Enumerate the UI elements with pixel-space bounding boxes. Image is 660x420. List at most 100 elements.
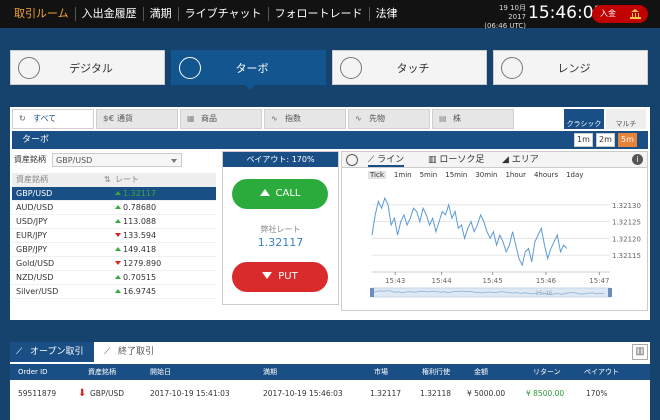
range-1day[interactable]: 1day (566, 171, 583, 179)
range-5min[interactable]: 5min (420, 171, 438, 179)
range-1hour[interactable]: 1hour (505, 171, 526, 179)
chart-tab-area[interactable]: ◢ エリア (502, 153, 539, 167)
orders-panel: ⟋ オープン取引 ⟋ 終了取引 ▥ Order ID 資産銘柄 開始日 満期 市… (10, 342, 650, 420)
y-tick-label: 1.32120 (612, 235, 641, 243)
subbar-title: ターボ (22, 135, 50, 145)
col-return: リターン (533, 368, 561, 376)
mode-tab-digital[interactable]: デジタル (10, 50, 165, 85)
asset-header-name: 資産銘柄 (16, 175, 48, 184)
table-row[interactable]: 59511879 ⬇ GBP/USD 2017-10-19 15:41:03 2… (10, 386, 650, 402)
arrow-up-icon (115, 205, 121, 209)
mode-tab-label: デジタル (69, 61, 113, 75)
category-tab-all[interactable]: ↻ すべて (12, 109, 94, 129)
pause-icon[interactable] (346, 154, 358, 166)
asset-row[interactable]: EUR/JPY 133.594 (12, 229, 216, 243)
order-start: 2017-10-19 15:41:03 (150, 389, 230, 398)
view-multi-button[interactable]: マルチ (606, 109, 646, 129)
bank-icon (630, 9, 641, 19)
goods-icon: ▦ (187, 114, 195, 123)
asset-row[interactable]: GBP/USD 1.32117 (12, 187, 216, 201)
trend-icon: ⟋ (104, 347, 111, 357)
asset-row[interactable]: AUD/USD 0.78680 (12, 201, 216, 215)
range-30min[interactable]: 30min (475, 171, 497, 179)
chart-tab-candle[interactable]: ▥ ローソク足 (428, 153, 484, 167)
x-tick-label: 15:43 (385, 277, 405, 285)
y-tick-label: 1.32115 (612, 252, 641, 260)
range-1min[interactable]: 1min (394, 171, 412, 179)
y-tick-label: 1.32125 (612, 219, 641, 227)
asset-row[interactable]: Silver/USD 16.9745 (12, 285, 216, 299)
x-tick-label: 15:46 (536, 277, 557, 285)
bar-chart-icon[interactable]: ▥ (632, 344, 648, 360)
range-15min[interactable]: 15min (445, 171, 467, 179)
mode-tab-label: レンジ (557, 61, 591, 75)
col-market: 市場 (374, 368, 388, 376)
asset-rate-value: 133.594 (123, 231, 157, 240)
payout-bar: ペイアウト: 170% (223, 152, 338, 167)
navigator-tick-label: 15:46 (535, 290, 552, 297)
view-classic-button[interactable]: クラシック (564, 109, 604, 129)
candle-icon: ▥ (428, 155, 440, 165)
arrow-down-icon (262, 272, 273, 279)
info-icon[interactable]: i (632, 154, 643, 165)
put-button[interactable]: PUT (232, 262, 328, 292)
asset-rate: 0.78680 (115, 201, 156, 215)
option-type-tabs: デジタル ターボ タッチ レンジ (10, 50, 650, 90)
trend-up-icon: ⟋ (16, 347, 23, 357)
asset-rate: 0.70515 (115, 271, 156, 285)
arrow-down-icon: ⬇ (78, 388, 87, 399)
category-tab-commodity[interactable]: ▦ 商品 (180, 109, 262, 129)
nav-trading-room[interactable]: 取引ルーム (8, 7, 76, 21)
turbo-subbar: ターボ (12, 131, 648, 149)
order-market: 1.32117 (370, 389, 402, 398)
arrow-down-icon (115, 261, 121, 265)
asset-list: 資産銘柄 GBP/USD 資産銘柄 ⇅ レート GBP/USD 1.32117 AU… (12, 151, 216, 318)
arrow-up-icon (115, 289, 121, 293)
category-tab-index[interactable]: ∿ 指数 (264, 109, 346, 129)
range-4hours[interactable]: 4hours (534, 171, 558, 179)
deposit-button[interactable]: 入金 (592, 5, 648, 23)
tab-open-trades[interactable]: ⟋ オープン取引 (10, 342, 94, 362)
navigator-handle-right (608, 288, 612, 297)
asset-rate-value: 113.088 (123, 217, 157, 226)
asset-rate: 149.418 (115, 243, 156, 257)
timeframe-1m[interactable]: 1m (574, 133, 593, 147)
nav-follow-trade[interactable]: フォロートレード (269, 7, 370, 21)
asset-select-dropdown[interactable]: GBP/USD (52, 153, 182, 167)
trading-panel: ↻ すべて $€ 通貨 ▦ 商品 ∿ 指数 ∿ 先物 ▤ 株 クラシック マルチ ターボ 1… (10, 107, 650, 320)
chart-tab-line[interactable]: ⟋ ライン (368, 153, 405, 167)
timeframe-2m[interactable]: 2m (596, 133, 615, 147)
futures-chart-icon: ∿ (355, 114, 362, 123)
mode-tab-range[interactable]: レンジ (493, 50, 648, 85)
range-tick[interactable]: Tick (368, 171, 386, 179)
tab-closed-trades[interactable]: ⟋ 終了取引 (98, 342, 188, 362)
asset-row[interactable]: USD/JPY 113.088 (12, 215, 216, 229)
order-amount: ¥ 5000.00 (467, 389, 506, 398)
mode-tab-turbo[interactable]: ターボ (171, 50, 326, 90)
asset-row[interactable]: Gold/USD 1279.890 (12, 257, 216, 271)
navigator-handle-left (370, 288, 374, 297)
asset-row[interactable]: NZD/USD 0.70515 (12, 271, 216, 285)
mode-tab-touch[interactable]: タッチ (332, 50, 487, 85)
category-tab-futures[interactable]: ∿ 先物 (348, 109, 430, 129)
nav-legal[interactable]: 法律 (370, 7, 404, 21)
sort-icon[interactable]: ⇅ (104, 173, 111, 187)
asset-row[interactable]: GBP/JPY 149.418 (12, 243, 216, 257)
timeframe-5m[interactable]: 5m (618, 133, 637, 147)
nav-expiry[interactable]: 満期 (144, 7, 179, 21)
col-strike: 権利行使 (422, 368, 450, 376)
asset-name: GBP/JPY (16, 245, 48, 254)
category-tab-currency[interactable]: $€ 通貨 (96, 109, 178, 129)
category-tab-stock[interactable]: ▤ 株 (432, 109, 514, 129)
nav-live-chat[interactable]: ライブチャット (179, 7, 269, 21)
index-chart-icon: ∿ (271, 114, 278, 123)
col-expiry: 満期 (263, 368, 277, 376)
order-payout: 170% (586, 389, 608, 398)
call-button[interactable]: CALL (232, 179, 328, 209)
asset-name: NZD/USD (16, 273, 54, 282)
asset-name: Gold/USD (16, 259, 55, 268)
order-return: ¥ 8500.00 (526, 389, 565, 398)
nav-deposit-history[interactable]: 入出金履歴 (76, 7, 144, 21)
currency-icon: $€ (103, 114, 115, 123)
asset-rate-value: 0.70515 (123, 273, 157, 282)
